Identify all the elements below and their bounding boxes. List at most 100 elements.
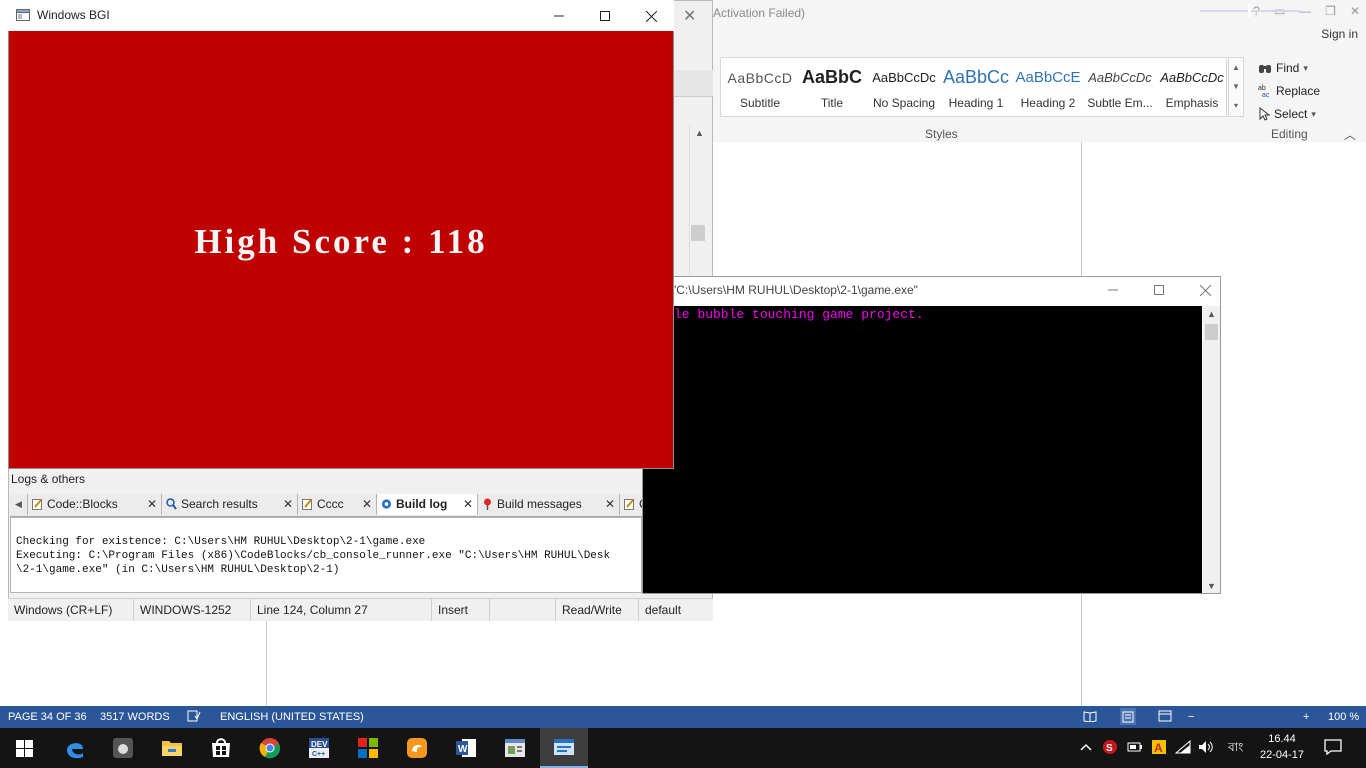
devcpp-icon: DEV C++ [309, 738, 329, 758]
svg-text:W: W [458, 744, 468, 755]
taskbar-chrome[interactable] [246, 728, 294, 768]
status-position: Line 124, Column 27 [251, 599, 432, 621]
chevron-down-icon[interactable]: ▼ [1229, 77, 1243, 96]
style-subtitle[interactable]: AaBbCcD Subtitle [725, 58, 795, 116]
tab-build-log[interactable]: Build log ✕ [377, 494, 478, 515]
tab-search-results[interactable]: Search results ✕ [162, 494, 298, 515]
wifi-icon[interactable] [1174, 739, 1191, 757]
zoom-out-button[interactable]: − [1188, 706, 1194, 728]
maximize-icon [600, 11, 610, 21]
chevron-down-icon[interactable]: ▼ [1203, 581, 1220, 591]
tab-scroll-left-icon[interactable]: ◀ [10, 494, 28, 515]
close-tab-icon[interactable]: ✕ [362, 494, 372, 515]
chevron-up-icon[interactable]: ▲ [690, 125, 709, 138]
chevron-up-icon[interactable] [1080, 740, 1092, 754]
style-emphasis[interactable]: AaBbCcDc Emphasis [1157, 58, 1227, 116]
close-tab-icon[interactable]: ✕ [283, 494, 293, 515]
console-title: "C:\Users\HM RUHUL\Desktop\2-1\game.exe" [672, 283, 918, 297]
console-scrollbar[interactable]: ▲ ▼ [1203, 306, 1220, 593]
bgi-minimize-button[interactable] [536, 2, 582, 30]
read-mode-icon[interactable] [1083, 706, 1097, 728]
taskbar-codeblocks[interactable] [344, 728, 392, 768]
style-heading-1[interactable]: AaBbCc Heading 1 [941, 58, 1011, 116]
gear-icon [381, 499, 392, 509]
volume-icon[interactable] [1198, 740, 1214, 757]
zoom-level[interactable]: 100 % [1328, 706, 1359, 728]
console-minimize-button[interactable] [1090, 278, 1136, 302]
proofing-icon[interactable] [187, 706, 201, 728]
more-styles-icon[interactable]: ▾ [1229, 96, 1243, 115]
codeblocks-close-icon[interactable]: ✕ [683, 6, 696, 26]
bgi-close-button[interactable] [628, 2, 674, 30]
editor-scrollbar[interactable]: ▲ [689, 125, 709, 275]
chevron-up-icon[interactable]: ▲ [1203, 306, 1220, 319]
collapse-ribbon-icon[interactable]: ︿ [1344, 126, 1356, 143]
cursor-icon [1259, 106, 1270, 121]
taskbar-console-app[interactable] [540, 728, 588, 768]
start-button[interactable] [0, 728, 48, 768]
taskbar-apple-app[interactable] [99, 728, 147, 768]
taskbar-edge[interactable] [51, 728, 99, 768]
restore-button[interactable]: ❐ [1325, 4, 1336, 18]
log-line: Executing: C:\Program Files (x86)\CodeBl… [16, 550, 611, 562]
bgi-maximize-button[interactable] [582, 2, 628, 30]
clock-time: 16.44 [1268, 733, 1296, 745]
start-icon [15, 739, 33, 757]
console-close-button[interactable] [1182, 278, 1228, 302]
page-count[interactable]: PAGE 34 OF 36 [8, 706, 87, 728]
console-app-icon [554, 739, 574, 755]
tab-cccc[interactable]: Cccc ✕ [298, 494, 377, 515]
style-heading-2[interactable]: AaBbCcE Heading 2 [1013, 58, 1083, 116]
console-output-area[interactable] [643, 306, 1202, 593]
svg-text:ac: ac [1262, 92, 1270, 98]
file-explorer-icon [162, 741, 182, 756]
language-indicator[interactable]: ENGLISH (UNITED STATES) [220, 706, 364, 728]
replace-button[interactable]: ab ac Replace [1258, 79, 1358, 102]
minimize-icon [554, 15, 564, 17]
style-no-spacing[interactable]: AaBbCcDc No Spacing [869, 58, 939, 116]
minimize-button[interactable]: — [1299, 4, 1311, 18]
styles-gallery-scroll[interactable]: ▲ ▼ ▾ [1228, 57, 1244, 117]
style-subtle-emphasis[interactable]: AaBbCcDc Subtle Em... [1085, 58, 1155, 116]
tab-build-messages[interactable]: Build messages ✕ [478, 494, 620, 515]
sign-in-link[interactable]: Sign in [1321, 27, 1358, 41]
editing-group: Find ▾ ab ac Replace Select ▾ [1258, 56, 1358, 125]
editor-scroll-thumb[interactable] [691, 225, 705, 241]
zoom-in-button[interactable]: + [1303, 706, 1309, 728]
close-tab-icon[interactable]: ✕ [463, 494, 473, 515]
taskbar-document-app[interactable] [491, 728, 539, 768]
battery-icon[interactable] [1127, 740, 1143, 757]
style-title[interactable]: AaBbC Title [797, 58, 867, 116]
taskbar-word[interactable]: W [442, 728, 490, 768]
console-maximize-button[interactable] [1136, 278, 1182, 302]
taskbar-uc-browser[interactable] [393, 728, 441, 768]
tab-partial[interactable]: C [620, 494, 642, 515]
replace-icon: abac [1258, 85, 1270, 98]
clock[interactable]: 16.44 22-04-17 [1252, 731, 1312, 763]
antivirus-icon[interactable]: S [1102, 739, 1118, 758]
select-button[interactable]: Select ▾ [1258, 102, 1358, 125]
zoom-slider-thumb[interactable] [1248, 5, 1251, 17]
taskbar-store[interactable] [197, 728, 245, 768]
word-count[interactable]: 3517 WORDS [100, 706, 170, 728]
build-log-output[interactable]: Checking for existence: C:\Users\HM RUHU… [10, 517, 642, 593]
taskbar-file-explorer[interactable] [148, 728, 196, 768]
status-mode: Insert [432, 599, 490, 621]
close-tab-icon[interactable]: ✕ [147, 494, 157, 515]
input-language-indicator[interactable]: বাং [1228, 739, 1243, 759]
font-app-icon[interactable]: A [1151, 739, 1167, 758]
pushpin-icon [484, 498, 491, 510]
close-button[interactable]: ✕ [1350, 4, 1360, 18]
web-layout-icon[interactable] [1158, 706, 1172, 728]
minimize-icon [1108, 289, 1118, 291]
chevron-up-icon[interactable]: ▲ [1229, 58, 1243, 77]
print-layout-icon[interactable] [1120, 708, 1136, 725]
maximize-icon [1154, 285, 1164, 295]
close-tab-icon[interactable]: ✕ [605, 494, 615, 515]
styles-group-label: Styles [925, 127, 958, 141]
console-scroll-thumb[interactable] [1205, 324, 1218, 340]
notification-center-icon[interactable] [1324, 739, 1342, 758]
find-button[interactable]: Find ▾ [1258, 56, 1358, 79]
tab-codeblocks[interactable]: Code::Blocks ✕ [28, 494, 162, 515]
taskbar-devcpp[interactable]: DEV C++ [295, 728, 343, 768]
